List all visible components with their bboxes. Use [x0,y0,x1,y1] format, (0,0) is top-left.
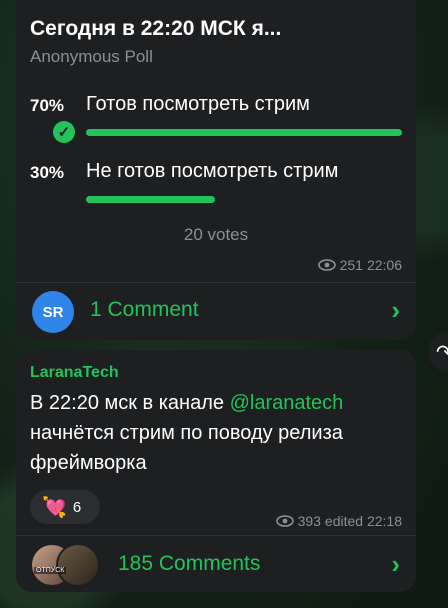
message-meta: 393 edited 22:18 [275,513,402,529]
author-name[interactable]: LaranaTech [30,364,119,382]
chevron-right-icon: › [391,549,400,579]
chosen-check-icon: ✓ [53,121,75,143]
divider [16,535,416,536]
comments-label: 185 Comments [118,552,261,575]
heart-with-arrow-icon: 💘 [42,496,67,519]
poll-votes: 20 votes [183,225,249,244]
avatar: SR [32,291,74,333]
comments-label: 1 Comment [90,298,199,321]
share-arrow-icon: ↷ [436,341,448,364]
reaction-count: 6 [72,498,82,516]
edited-time: edited 22:18 [324,513,402,529]
poll-option-text: Не готов посмотреть стрим [86,160,339,182]
message-time: 22:06 [366,257,402,273]
poll-title: Сегодня в 22:20 МСК я... [30,17,282,40]
reaction-chip[interactable]: 💘 6 [30,490,100,524]
view-count: 251 [339,257,363,273]
post-text: В 22:20 мск в канале @laranatech начнётс… [30,388,410,478]
avatar-tag: ОТПУСК [34,567,67,574]
view-count: 393 [297,513,321,529]
poll-option-bar [86,196,215,203]
poll-type: Anonymous Poll [30,47,153,66]
poll-message: Сегодня в 22:20 МСК я... Anonymous Poll … [16,0,416,340]
post-text-part: начнётся стрим по поводу релиза фреймвор… [30,422,343,474]
poll-option-percent: 70% [30,96,65,115]
commenter-avatars: ОТПУСК [30,543,100,587]
chevron-right-icon: › [391,295,400,325]
eye-icon [317,259,336,271]
message-meta: 251 22:06 [317,257,402,273]
poll-option-percent: 30% [30,163,65,182]
poll-option-bar [86,129,402,136]
avatar [56,543,100,587]
mention-link[interactable]: @laranatech [230,392,344,414]
channel-post: LaranaTech В 22:20 мск в канале @laranat… [16,350,416,592]
poll-option-text: Готов посмотреть стрим [86,93,310,115]
divider [16,282,416,283]
post-text-part: В 22:20 мск в канале [30,392,230,414]
eye-icon [275,515,294,527]
